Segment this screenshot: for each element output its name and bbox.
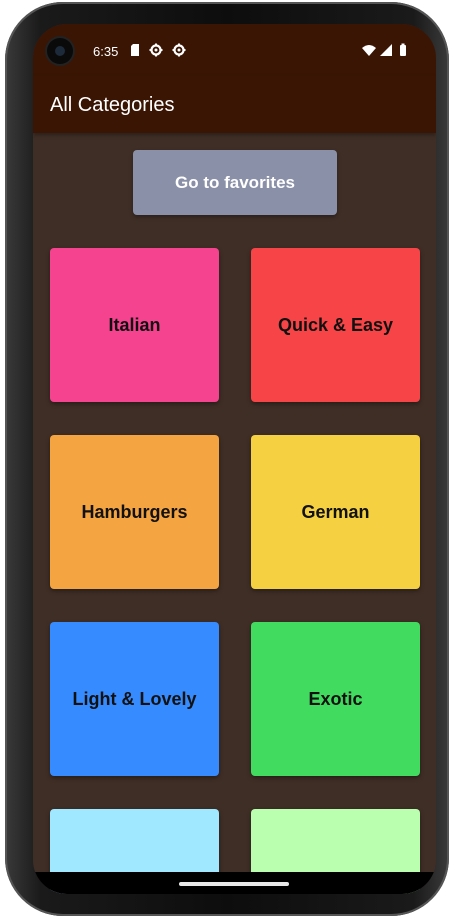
home-gesture-handle[interactable] — [179, 882, 289, 886]
category-tile[interactable]: Hamburgers — [50, 435, 219, 589]
category-tile[interactable]: Exotic — [251, 622, 420, 776]
category-tile[interactable]: German — [251, 435, 420, 589]
screen: 6:35 All Categories Go to favorites Ital… — [33, 24, 436, 894]
category-label: Italian — [108, 314, 161, 335]
navigation-bar — [33, 872, 436, 894]
category-label: Light & Lovely — [72, 688, 197, 709]
category-tile[interactable]: Quick & Easy — [251, 248, 420, 402]
category-label: Quick & Easy — [277, 314, 394, 335]
category-grid: Italian Quick & Easy Hamburgers German Light… — [33, 24, 436, 894]
category-label: German — [301, 501, 370, 522]
category-tile[interactable]: Light & Lovely — [50, 622, 219, 776]
category-label: Hamburgers — [81, 501, 188, 522]
category-label: Exotic — [308, 688, 363, 709]
phone-frame: 6:35 All Categories Go to favorites Ital… — [5, 2, 449, 916]
category-tile[interactable]: Italian — [50, 248, 219, 402]
